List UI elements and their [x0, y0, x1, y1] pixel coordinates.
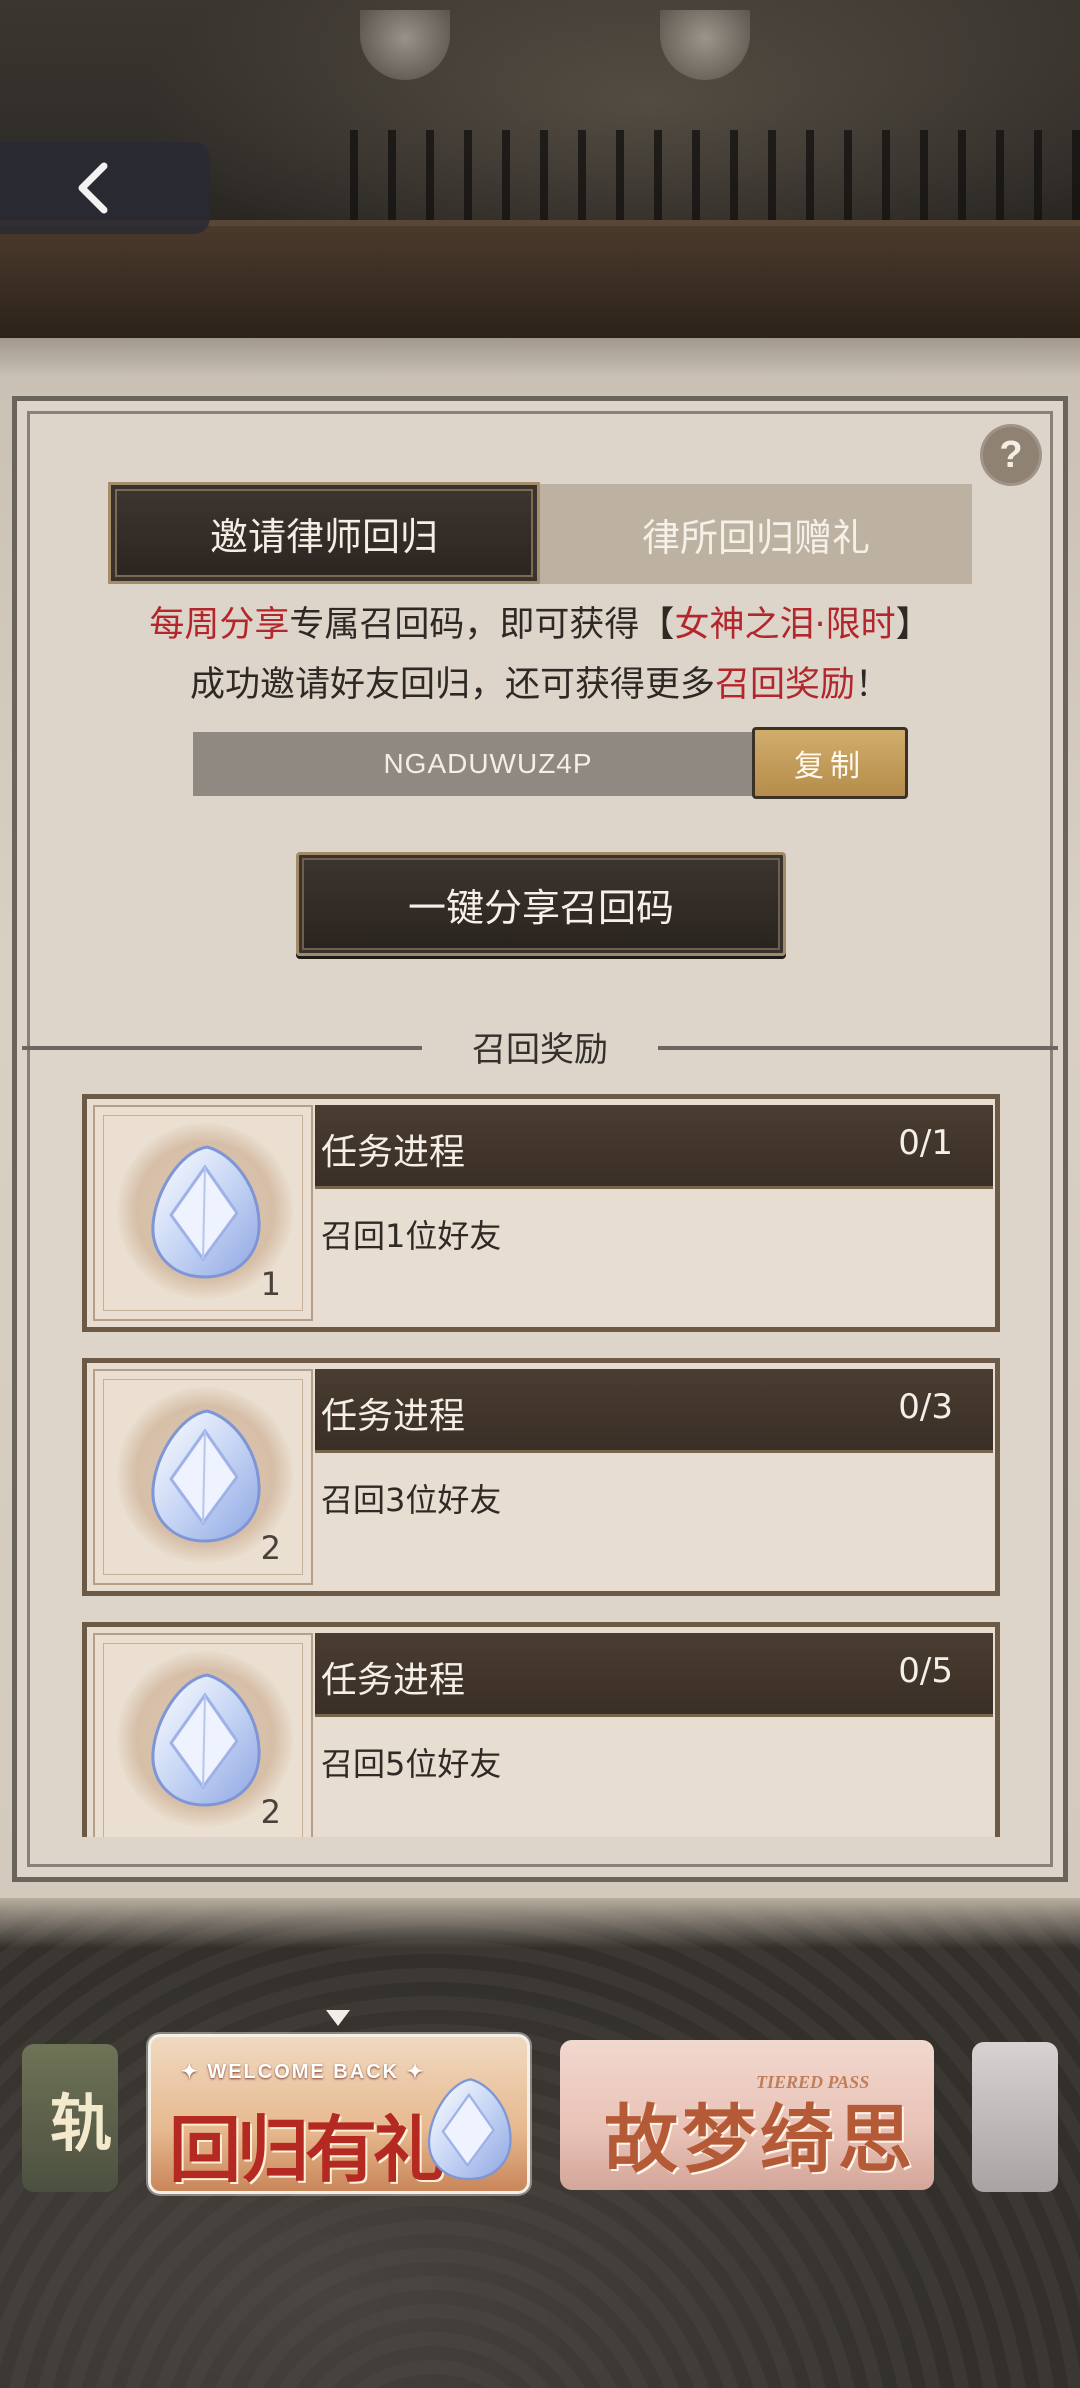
help-button[interactable]: ? — [980, 424, 1042, 486]
event-banner-tiered-pass[interactable]: TIERED PASS 故梦绮思 — [560, 2040, 934, 2190]
task-title: 任务进程 — [321, 1132, 466, 1173]
task-header: 任务进程 0/3 — [315, 1369, 993, 1453]
task-title: 任务进程 — [321, 1396, 466, 1437]
section-divider — [22, 1046, 422, 1050]
share-code-button[interactable]: 一键分享召回码 — [296, 852, 786, 956]
chevron-left-icon — [78, 162, 108, 214]
balcony — [0, 220, 1080, 340]
task-description: 召回5位好友 — [321, 1745, 502, 1783]
reward-card: 1 任务进程 0/1 召回1位好友 — [82, 1094, 1000, 1332]
description-line-1: 每周分享专属召回码，即可获得【女神之泪·限时】 — [60, 596, 1020, 654]
invite-code-field: NGADUWUZ4P — [193, 732, 753, 796]
task-description: 召回1位好友 — [321, 1217, 502, 1255]
goddess-tear-crystal-icon — [427, 2078, 512, 2181]
reward-card: 2 任务进程 0/5 召回5位好友 — [82, 1622, 1000, 1837]
task-progress: 0/1 — [898, 1123, 953, 1163]
tab-firm-return-gift[interactable]: 律所回归赠礼 — [540, 484, 972, 584]
task-progress: 0/3 — [898, 1387, 953, 1427]
reward-list[interactable]: 1 任务进程 0/1 召回1位好友 2 任务进程 0/3 召回3位好友 2 任务… — [82, 1094, 1002, 1837]
goddess-tear-crystal-icon — [151, 1673, 261, 1807]
goddess-tear-crystal-icon — [151, 1145, 261, 1279]
banner-subtitle: ✦ WELCOME BACK ✦ — [181, 2061, 426, 2083]
task-header: 任务进程 0/1 — [315, 1105, 993, 1189]
desc-text: 】 — [895, 605, 931, 645]
task-progress: 0/5 — [898, 1651, 953, 1691]
event-banner-partial-right[interactable] — [972, 2042, 1058, 2192]
reward-count: 2 — [260, 1793, 281, 1831]
event-banner-welcome-back[interactable]: ✦ WELCOME BACK ✦ 回归有礼 — [148, 2034, 530, 2194]
reward-item-slot[interactable]: 2 — [93, 1633, 313, 1837]
desc-highlight: 每周分享 — [149, 605, 290, 645]
reward-count: 2 — [260, 1529, 281, 1567]
event-banner-partial-left[interactable]: 轨 — [22, 2044, 118, 2192]
back-button[interactable] — [0, 142, 210, 234]
tab-bar: 邀请律师回归 律所回归赠礼 — [108, 482, 972, 584]
desc-highlight: 召回奖励 — [714, 665, 855, 705]
desc-text: 专属召回码，即可获得【 — [289, 605, 675, 645]
section-divider — [658, 1046, 1058, 1050]
task-description: 召回3位好友 — [321, 1481, 502, 1519]
task-header: 任务进程 0/5 — [315, 1633, 993, 1717]
desc-text: 成功邀请好友回归，还可获得更多 — [189, 665, 715, 705]
reward-item-slot[interactable]: 1 — [93, 1105, 313, 1321]
tab-invite-lawyer-return[interactable]: 邀请律师回归 — [108, 482, 540, 584]
selected-indicator-icon — [326, 2010, 350, 2026]
rewards-section-title: 召回奖励 — [472, 1030, 608, 1070]
task-title: 任务进程 — [321, 1660, 466, 1701]
goddess-tear-crystal-icon — [151, 1409, 261, 1543]
banner-title: 回归有礼 — [169, 2108, 445, 2192]
copy-button[interactable]: 复制 — [752, 727, 908, 799]
banner-title: 故梦绮思 — [604, 2097, 916, 2183]
description-line-2: 成功邀请好友回归，还可获得更多召回奖励！ — [60, 656, 1020, 714]
balcony-railing — [320, 130, 1080, 220]
reward-item-slot[interactable]: 2 — [93, 1369, 313, 1585]
desc-highlight: 女神之泪·限时 — [674, 605, 896, 645]
reward-card: 2 任务进程 0/3 召回3位好友 — [82, 1358, 1000, 1596]
reward-count: 1 — [260, 1265, 281, 1303]
desc-text: ！ — [855, 665, 891, 705]
chandelier-lamp — [360, 10, 450, 80]
chandelier-lamp — [660, 10, 750, 80]
